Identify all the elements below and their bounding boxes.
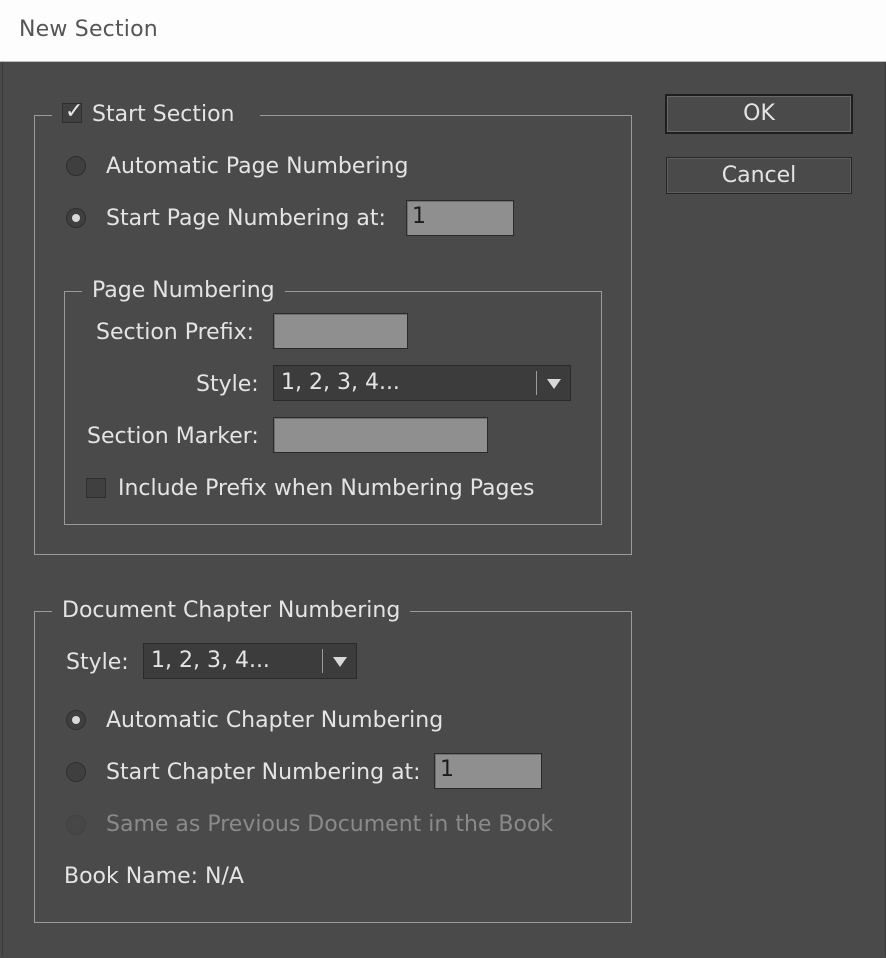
page-style-label: Style: bbox=[196, 372, 259, 397]
section-prefix-label: Section Prefix: bbox=[96, 320, 254, 345]
section-marker-field[interactable] bbox=[273, 417, 488, 453]
automatic-page-numbering-radio[interactable] bbox=[66, 156, 86, 176]
title-bar: New Section bbox=[0, 0, 886, 62]
start-section-label: Start Section bbox=[92, 102, 235, 127]
section-marker-label: Section Marker: bbox=[87, 424, 259, 449]
checkmark-icon: ✓ bbox=[65, 99, 84, 124]
chapter-numbering-legend: Document Chapter Numbering bbox=[52, 597, 411, 625]
chevron-down-icon[interactable] bbox=[333, 657, 347, 667]
same-as-previous-label: Same as Previous Document in the Book bbox=[106, 812, 554, 837]
chevron-down-icon[interactable] bbox=[547, 379, 561, 389]
include-prefix-label[interactable]: Include Prefix when Numbering Pages bbox=[118, 475, 534, 503]
dropdown-separator bbox=[536, 371, 537, 395]
chapter-style-label: Style: bbox=[66, 650, 129, 675]
start-chapter-numbering-label[interactable]: Start Chapter Numbering at: bbox=[106, 759, 421, 787]
page-style-dropdown[interactable]: 1, 2, 3, 4... bbox=[273, 365, 571, 401]
chapter-style-dropdown[interactable]: 1, 2, 3, 4... bbox=[143, 643, 357, 679]
start-section-legend[interactable]: ✓ Start Section bbox=[52, 99, 261, 129]
page-style-value: 1, 2, 3, 4... bbox=[281, 370, 400, 395]
same-as-previous-radio bbox=[66, 815, 86, 835]
book-name-label: Book Name: N/A bbox=[64, 864, 244, 889]
start-page-numbering-label[interactable]: Start Page Numbering at: bbox=[106, 205, 386, 233]
cancel-button[interactable]: Cancel bbox=[666, 157, 852, 194]
start-page-numbering-radio[interactable] bbox=[66, 208, 86, 228]
dropdown-separator bbox=[322, 649, 323, 673]
include-prefix-checkbox[interactable] bbox=[86, 478, 106, 498]
section-prefix-field[interactable] bbox=[273, 313, 408, 349]
ok-button[interactable]: OK bbox=[665, 94, 853, 134]
automatic-chapter-numbering-label[interactable]: Automatic Chapter Numbering bbox=[106, 707, 443, 735]
start-chapter-number-field[interactable]: 1 bbox=[434, 753, 542, 789]
window-title: New Section bbox=[19, 17, 158, 42]
chapter-style-value: 1, 2, 3, 4... bbox=[151, 648, 270, 673]
automatic-page-numbering-label[interactable]: Automatic Page Numbering bbox=[106, 153, 408, 181]
automatic-chapter-numbering-radio[interactable] bbox=[66, 710, 86, 730]
start-chapter-numbering-radio[interactable] bbox=[66, 762, 86, 782]
page-numbering-legend: Page Numbering bbox=[82, 277, 285, 305]
start-section-checkbox[interactable]: ✓ bbox=[62, 99, 83, 124]
start-page-number-field[interactable]: 1 bbox=[406, 200, 514, 236]
